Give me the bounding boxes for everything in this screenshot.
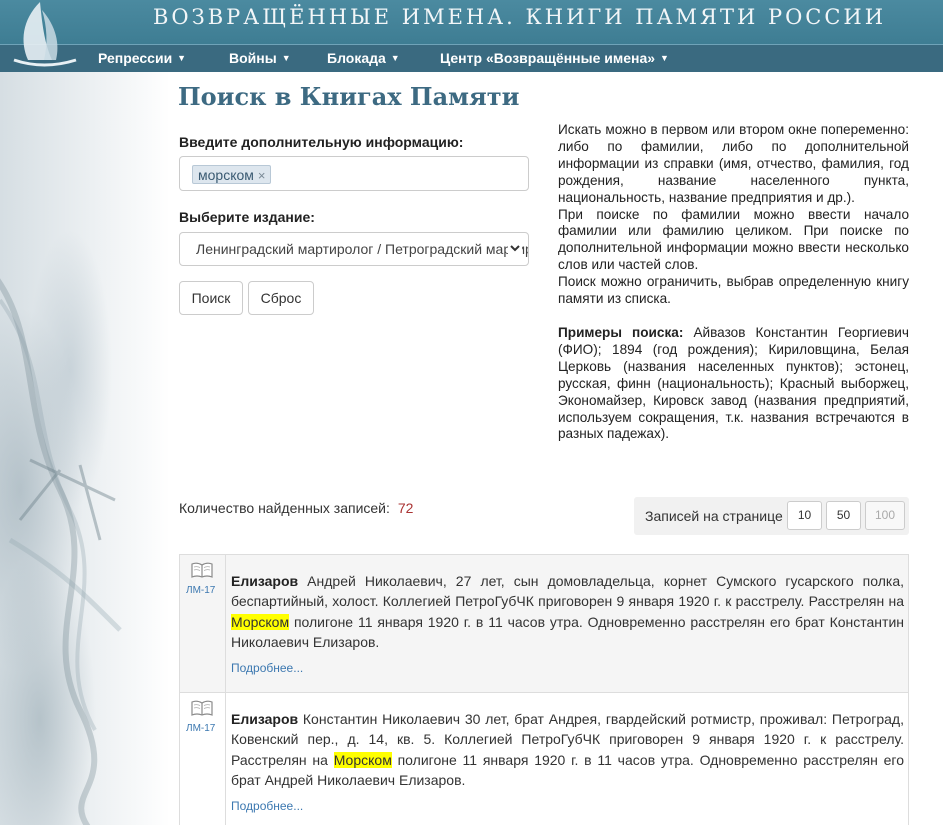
search-highlight: Морском xyxy=(231,613,290,630)
tag-remove-icon[interactable]: × xyxy=(258,168,266,183)
caret-down-icon: ▼ xyxy=(177,53,187,63)
main-navbar: Репрессии ▼ Войны ▼ Блокада ▼ Центр «Возвра… xyxy=(0,44,943,72)
open-book-icon[interactable] xyxy=(191,561,213,579)
book-code-link[interactable]: ЛМ-17 xyxy=(186,723,215,734)
site-title: ВОЗВРАЩЁННЫЕ ИМЕНА. КНИГИ ПАМЯТИ РОССИИ xyxy=(153,5,887,29)
reset-button[interactable]: Сброс xyxy=(248,281,314,315)
page-size-50-button[interactable]: 50 xyxy=(826,501,861,530)
nav-item-repressions[interactable]: Репрессии ▼ xyxy=(98,50,186,66)
nav-item-center[interactable]: Центр «Возвращённые имена» ▼ xyxy=(440,50,669,66)
results-list: ЛМ-17 Елизаров Андрей Николаевич, 27 лет… xyxy=(179,554,909,825)
result-surname: Елизаров xyxy=(231,573,299,589)
open-book-icon[interactable] xyxy=(191,699,213,717)
search-button[interactable]: Поиск xyxy=(179,281,243,315)
result-description: Елизаров Константин Николаевич 30 лет, б… xyxy=(231,709,904,790)
result-text-before: Андрей Николаевич, 27 лет, сын домовладе… xyxy=(231,573,904,610)
search-tag-text: морском xyxy=(198,167,254,183)
page-size-selector: Записей на странице 10 50 100 xyxy=(634,497,909,535)
more-details-link[interactable]: Подробнее... xyxy=(231,661,303,675)
help-examples-label: Примеры поиска: xyxy=(558,324,684,340)
caret-down-icon: ▼ xyxy=(281,53,291,63)
caret-down-icon: ▼ xyxy=(660,53,669,63)
info-field-label: Введите дополнительную информацию: xyxy=(179,134,464,150)
page-size-10-button[interactable]: 10 xyxy=(787,501,822,530)
results-count: Количество найденных записей: 72 xyxy=(179,500,413,516)
sailboat-logo-icon[interactable] xyxy=(0,0,90,70)
result-text-after: полигоне 11 января 1920 г. в 11 часов ут… xyxy=(231,613,904,650)
page-size-label: Записей на странице xyxy=(645,508,783,524)
edition-field-label: Выберите издание: xyxy=(179,209,315,225)
chevron-down-icon xyxy=(508,241,522,255)
help-paragraph: Искать можно в первом или втором окне по… xyxy=(558,122,909,205)
search-help-text: Искать можно в первом или втором окне по… xyxy=(558,122,909,443)
edition-selected-value: Ленинградский мартиролог / Петроградский… xyxy=(196,241,529,257)
info-tag-input[interactable]: морском × xyxy=(179,156,529,191)
result-source: ЛМ-17 xyxy=(180,555,226,692)
help-examples: Примеры поиска: Айвазов Константин Георг… xyxy=(558,325,909,443)
help-paragraph: Поиск можно ограничить, выбрав определен… xyxy=(558,274,909,307)
result-item: ЛМ-17 Елизаров Андрей Николаевич, 27 лет… xyxy=(180,555,908,693)
nav-item-blockade[interactable]: Блокада ▼ xyxy=(327,50,400,66)
site-header: ВОЗВРАЩЁННЫЕ ИМЕНА. КНИГИ ПАМЯТИ РОССИИ xyxy=(0,0,943,44)
book-code-link[interactable]: ЛМ-17 xyxy=(186,585,215,596)
search-tag: морском × xyxy=(192,165,272,184)
result-surname: Елизаров xyxy=(231,711,299,727)
result-description: Елизаров Андрей Николаевич, 27 лет, сын … xyxy=(231,571,904,652)
edition-select[interactable]: Ленинградский мартиролог / Петроградский… xyxy=(179,232,529,266)
main-content: Поиск в Книгах Памяти Введите дополнител… xyxy=(0,0,943,825)
result-item: ЛМ-17 Елизаров Константин Николаевич 30 … xyxy=(180,693,908,825)
results-count-label: Количество найденных записей: xyxy=(179,500,390,516)
nav-item-wars[interactable]: Войны ▼ xyxy=(229,50,291,66)
result-source: ЛМ-17 xyxy=(180,693,226,825)
help-paragraph: При поиске по фамилии можно ввести начал… xyxy=(558,206,909,273)
more-details-link[interactable]: Подробнее... xyxy=(231,799,303,813)
search-highlight: Морском xyxy=(333,751,392,768)
help-examples-text: Айвазов Константин Георгиевич (ФИО); 189… xyxy=(558,324,909,442)
page-title: Поиск в Книгах Памяти xyxy=(178,82,520,111)
caret-down-icon: ▼ xyxy=(390,53,400,63)
page-size-100-button: 100 xyxy=(865,501,905,530)
results-count-value: 72 xyxy=(397,500,414,516)
